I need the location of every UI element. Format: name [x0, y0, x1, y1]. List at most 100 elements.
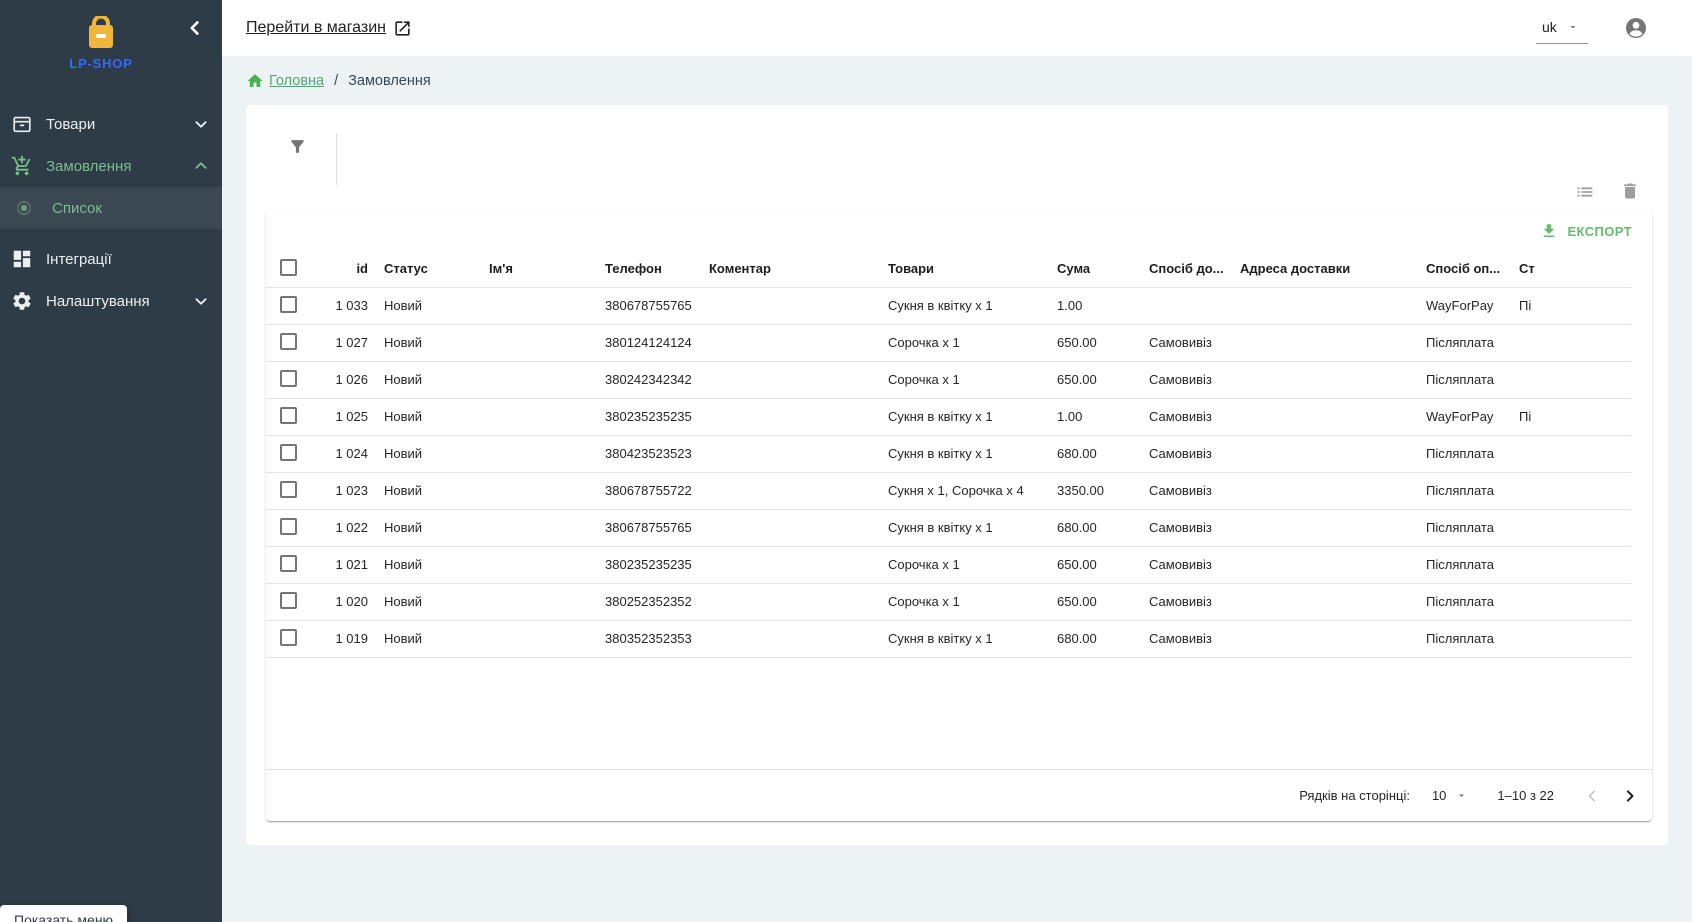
cell-phone: 380678755765: [597, 509, 701, 546]
cell-sum: 1.00: [1049, 398, 1141, 435]
cell-delivery: Самовивіз: [1141, 398, 1232, 435]
row-checkbox[interactable]: [280, 555, 297, 572]
column-header-delivery[interactable]: Спосіб до...: [1141, 251, 1232, 287]
cell-pstatus: [1511, 361, 1631, 398]
user-avatar-button[interactable]: [1624, 16, 1648, 40]
table-row[interactable]: 1 022Новий380678755765Сукня в квітку x 1…: [266, 509, 1631, 546]
breadcrumb: Головна / Замовлення: [246, 56, 1668, 105]
table-wrap: id Статус Ім'я Телефон Коментар Товари С…: [266, 251, 1652, 658]
cell-comment: [701, 546, 880, 583]
table-row[interactable]: 1 025Новий380235235235Сукня в квітку x 1…: [266, 398, 1631, 435]
cell-products: Сукня в квітку x 1: [880, 435, 1049, 472]
row-checkbox[interactable]: [280, 518, 297, 535]
cell-pstatus: [1511, 509, 1631, 546]
table-row[interactable]: 1 033Новий380678755765Сукня в квітку x 1…: [266, 287, 1631, 324]
cell-phone: 380352352353: [597, 620, 701, 657]
cell-sum: 680.00: [1049, 435, 1141, 472]
cell-pstatus: [1511, 472, 1631, 509]
sidebar-item-orders-list[interactable]: Список: [0, 187, 222, 229]
columns-list-button[interactable]: [1574, 181, 1596, 203]
column-header-payment[interactable]: Спосіб оп...: [1418, 251, 1511, 287]
row-checkbox[interactable]: [280, 333, 297, 350]
collapse-sidebar-button[interactable]: [182, 16, 206, 40]
table-row[interactable]: 1 027Новий380124124124Сорочка x 1650.00С…: [266, 324, 1631, 361]
sidebar-item-products[interactable]: Товари: [0, 103, 222, 145]
cell-id: 1 020: [310, 583, 376, 620]
cell-phone: 380124124124: [597, 324, 701, 361]
cell-sum: 650.00: [1049, 583, 1141, 620]
column-header-payment-status[interactable]: Ст: [1511, 251, 1631, 287]
export-button[interactable]: ЕКСПОРТ: [1534, 218, 1638, 244]
column-header-name[interactable]: Ім'я: [481, 251, 597, 287]
table-row[interactable]: 1 023Новий380678755722Сукня x 1, Сорочка…: [266, 472, 1631, 509]
card-spacer: [266, 658, 1652, 770]
column-header-sum[interactable]: Сума: [1049, 251, 1141, 287]
cell-pstatus: [1511, 620, 1631, 657]
cell-payment: WayForPay: [1418, 398, 1511, 435]
column-header-id[interactable]: id: [310, 251, 376, 287]
delete-button[interactable]: [1620, 181, 1640, 203]
cell-pstatus: [1511, 583, 1631, 620]
column-header-address[interactable]: Адреса доставки: [1232, 251, 1418, 287]
filter-button[interactable]: [288, 137, 307, 161]
row-checkbox[interactable]: [280, 629, 297, 646]
select-all-checkbox[interactable]: [280, 259, 297, 276]
column-header-phone[interactable]: Телефон: [597, 251, 701, 287]
row-checkbox[interactable]: [280, 370, 297, 387]
column-header-comment[interactable]: Коментар: [701, 251, 880, 287]
row-checkbox[interactable]: [280, 296, 297, 313]
table-row[interactable]: 1 021Новий380235235235Сорочка x 1650.00С…: [266, 546, 1631, 583]
row-checkbox-cell: [266, 509, 310, 546]
breadcrumb-home-link[interactable]: Головна: [246, 72, 324, 90]
rows-per-page-select[interactable]: 10: [1432, 788, 1467, 803]
row-checkbox[interactable]: [280, 481, 297, 498]
column-header-products[interactable]: Товари: [880, 251, 1049, 287]
cell-comment: [701, 620, 880, 657]
table-row[interactable]: 1 026Новий380242342342Сорочка x 1650.00С…: [266, 361, 1631, 398]
cell-products: Сукня в квітку x 1: [880, 398, 1049, 435]
cell-name: [481, 361, 597, 398]
column-header-status[interactable]: Статус: [376, 251, 481, 287]
cell-payment: Післяплата: [1418, 361, 1511, 398]
cell-payment: Післяплата: [1418, 324, 1511, 361]
go-to-shop-link[interactable]: Перейти в магазин: [246, 19, 412, 38]
table-body: 1 033 Новий 380678755765 Сукня в квітку x 1…: [266, 287, 1631, 657]
cell-products: Сорочка x 1: [880, 583, 1049, 620]
cell-status: Новий: [376, 620, 481, 657]
cell-comment: [701, 287, 880, 324]
cell-address: [1232, 324, 1418, 361]
cell-pstatus: [1511, 435, 1631, 472]
cell-payment: Післяплата: [1418, 583, 1511, 620]
cell-id: 1 023: [310, 472, 376, 509]
cell-comment: [701, 509, 880, 546]
table-row[interactable]: 1 019Новий380352352353Сукня в квітку x 1…: [266, 620, 1631, 657]
row-checkbox[interactable]: [280, 407, 297, 424]
table-row[interactable]: 1 020Новий380252352352Сорочка x 1650.00С…: [266, 583, 1631, 620]
cell-name: [481, 435, 597, 472]
cell-comment: [701, 324, 880, 361]
row-checkbox[interactable]: [280, 444, 297, 461]
cell-id: 1 033: [310, 287, 376, 324]
cell-id: 1 027: [310, 324, 376, 361]
breadcrumb-separator: /: [334, 73, 338, 89]
next-page-button[interactable]: [1616, 782, 1644, 810]
cell-phone: 380678755765: [597, 287, 701, 324]
sidebar-item-integrations[interactable]: Інтеграції: [0, 238, 222, 280]
chevron-left-icon: [182, 16, 206, 40]
row-checkbox-cell: [266, 398, 310, 435]
cell-status: Новий: [376, 546, 481, 583]
show-menu-tooltip: Показать меню: [0, 905, 127, 922]
cell-id: 1 022: [310, 509, 376, 546]
logo[interactable]: LP-SHOP: [0, 0, 202, 71]
avatar-icon: [1624, 16, 1648, 40]
header-checkbox-cell: [266, 251, 310, 287]
cell-phone: 380678755722: [597, 472, 701, 509]
sidebar-item-settings[interactable]: Налаштування: [0, 280, 222, 322]
row-checkbox[interactable]: [280, 592, 297, 609]
table-row[interactable]: 1 024Новий380423523523Сукня в квітку x 1…: [266, 435, 1631, 472]
sidebar-item-orders[interactable]: Замовлення: [0, 145, 222, 187]
language-select[interactable]: uk: [1536, 13, 1588, 44]
caret-down-icon: [1456, 790, 1467, 801]
cell-products: Сукня в квітку x 1: [880, 287, 1049, 324]
cell-products: Сукня в квітку x 1: [880, 509, 1049, 546]
